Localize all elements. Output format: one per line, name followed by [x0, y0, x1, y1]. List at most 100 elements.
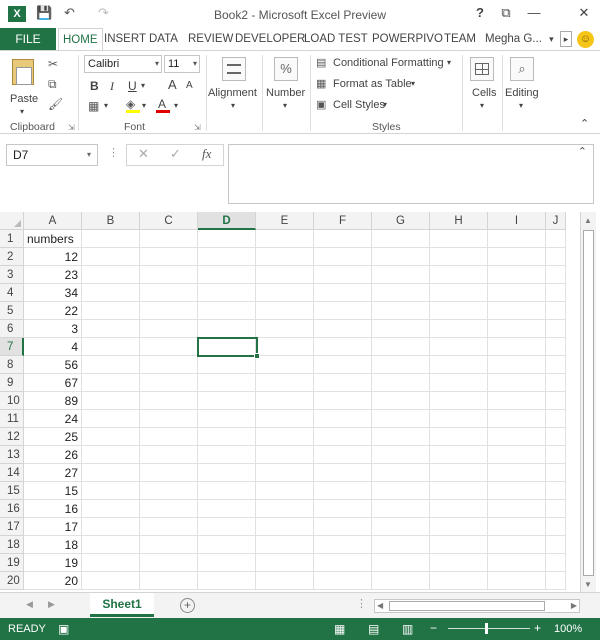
cell-f14[interactable]	[314, 464, 372, 482]
tab-review[interactable]: REVIEW	[184, 28, 237, 50]
cell-e1[interactable]	[256, 230, 314, 248]
next-sheet-icon[interactable]: ▶	[48, 599, 55, 610]
cell-j6[interactable]	[546, 320, 566, 338]
cell-a16[interactable]: 16	[24, 500, 82, 518]
cell-f3[interactable]	[314, 266, 372, 284]
cell-styles-button[interactable]: ▣ Cell Styles ▾	[316, 97, 406, 115]
cell-g19[interactable]	[372, 554, 430, 572]
cell-b20[interactable]	[82, 572, 140, 590]
number-button[interactable]: Number	[266, 87, 305, 99]
cell-f20[interactable]	[314, 572, 372, 590]
alignment-icon[interactable]	[222, 57, 246, 81]
zoom-slider-track[interactable]	[448, 628, 530, 629]
cell-e7[interactable]	[256, 338, 314, 356]
cell-f6[interactable]	[314, 320, 372, 338]
cell-d19[interactable]	[198, 554, 256, 572]
row-header-18[interactable]: 18	[0, 536, 24, 554]
cell-a20[interactable]: 20	[24, 572, 82, 590]
cell-d20[interactable]	[198, 572, 256, 590]
cell-d9[interactable]	[198, 374, 256, 392]
feedback-smiley-icon[interactable]: ☺	[577, 31, 594, 48]
cell-i14[interactable]	[488, 464, 546, 482]
cell-e19[interactable]	[256, 554, 314, 572]
cell-h12[interactable]	[430, 428, 488, 446]
cell-c15[interactable]	[140, 482, 198, 500]
cell-g11[interactable]	[372, 410, 430, 428]
row-header-11[interactable]: 11	[0, 410, 24, 428]
cell-c13[interactable]	[140, 446, 198, 464]
name-box[interactable]: D7 ▾	[6, 144, 98, 166]
cell-b12[interactable]	[82, 428, 140, 446]
cell-c18[interactable]	[140, 536, 198, 554]
scroll-down-icon[interactable]: ▼	[584, 580, 592, 589]
number-format-icon[interactable]: %	[274, 57, 298, 81]
cell-c8[interactable]	[140, 356, 198, 374]
cell-b2[interactable]	[82, 248, 140, 266]
cut-icon[interactable]: ✂	[48, 57, 58, 71]
cell-h6[interactable]	[430, 320, 488, 338]
macro-record-icon[interactable]: ▣	[58, 622, 69, 636]
cell-f17[interactable]	[314, 518, 372, 536]
page-layout-view-icon[interactable]: ▤	[368, 622, 379, 636]
column-header-h[interactable]: H	[430, 212, 488, 230]
scroll-up-icon[interactable]: ▲	[584, 216, 592, 225]
cell-e17[interactable]	[256, 518, 314, 536]
worksheet-grid[interactable]: ABCDEFGHIJ 1 numbers 2 12 3 23 4 34 5 22 6 3 7 4 8 56 9 6…	[0, 212, 600, 592]
cell-d4[interactable]	[198, 284, 256, 302]
cell-j5[interactable]	[546, 302, 566, 320]
cell-d6[interactable]	[198, 320, 256, 338]
cell-c14[interactable]	[140, 464, 198, 482]
cell-h16[interactable]	[430, 500, 488, 518]
italic-button[interactable]: I	[110, 79, 114, 94]
cell-a9[interactable]: 67	[24, 374, 82, 392]
tabs-scroll-right-button[interactable]: ▸	[560, 31, 572, 47]
cell-d2[interactable]	[198, 248, 256, 266]
cell-g4[interactable]	[372, 284, 430, 302]
collapse-formula-bar-icon[interactable]: ⌃	[578, 145, 587, 158]
active-cell-d7[interactable]	[197, 337, 260, 359]
cell-e6[interactable]	[256, 320, 314, 338]
clipboard-launcher-icon[interactable]: ⇲	[68, 123, 75, 132]
cell-j8[interactable]	[546, 356, 566, 374]
cell-f16[interactable]	[314, 500, 372, 518]
format-painter-icon[interactable]: 🖌	[48, 97, 63, 111]
row-header-8[interactable]: 8	[0, 356, 24, 374]
cell-a3[interactable]: 23	[24, 266, 82, 284]
cell-c1[interactable]	[140, 230, 198, 248]
cell-c3[interactable]	[140, 266, 198, 284]
cell-j4[interactable]	[546, 284, 566, 302]
cell-d15[interactable]	[198, 482, 256, 500]
chevron-down-icon[interactable]: ▾	[141, 81, 145, 90]
column-header-f[interactable]: F	[314, 212, 372, 230]
cell-b8[interactable]	[82, 356, 140, 374]
cell-h15[interactable]	[430, 482, 488, 500]
cell-f15[interactable]	[314, 482, 372, 500]
row-header-3[interactable]: 3	[0, 266, 24, 284]
cells-icon[interactable]	[470, 57, 494, 81]
tab-powerpivot[interactable]: POWERPIVO	[368, 28, 447, 50]
cell-e4[interactable]	[256, 284, 314, 302]
row-header-5[interactable]: 5	[0, 302, 24, 320]
copy-icon[interactable]: ⧉	[48, 77, 57, 91]
borders-icon[interactable]: ▦	[88, 99, 99, 113]
cell-d10[interactable]	[198, 392, 256, 410]
cell-f10[interactable]	[314, 392, 372, 410]
cell-b19[interactable]	[82, 554, 140, 572]
cell-a14[interactable]: 27	[24, 464, 82, 482]
cell-j10[interactable]	[546, 392, 566, 410]
column-header-g[interactable]: G	[372, 212, 430, 230]
cell-b15[interactable]	[82, 482, 140, 500]
cell-h20[interactable]	[430, 572, 488, 590]
cell-d3[interactable]	[198, 266, 256, 284]
page-break-view-icon[interactable]: ▥	[402, 622, 413, 636]
cell-g18[interactable]	[372, 536, 430, 554]
cell-a12[interactable]: 25	[24, 428, 82, 446]
cell-i19[interactable]	[488, 554, 546, 572]
cell-d12[interactable]	[198, 428, 256, 446]
row-header-10[interactable]: 10	[0, 392, 24, 410]
fill-color-button[interactable]: ◈	[126, 97, 140, 113]
cell-a7[interactable]: 4	[24, 338, 82, 356]
scroll-right-icon[interactable]: ▶	[571, 601, 577, 610]
row-header-17[interactable]: 17	[0, 518, 24, 536]
cell-i11[interactable]	[488, 410, 546, 428]
